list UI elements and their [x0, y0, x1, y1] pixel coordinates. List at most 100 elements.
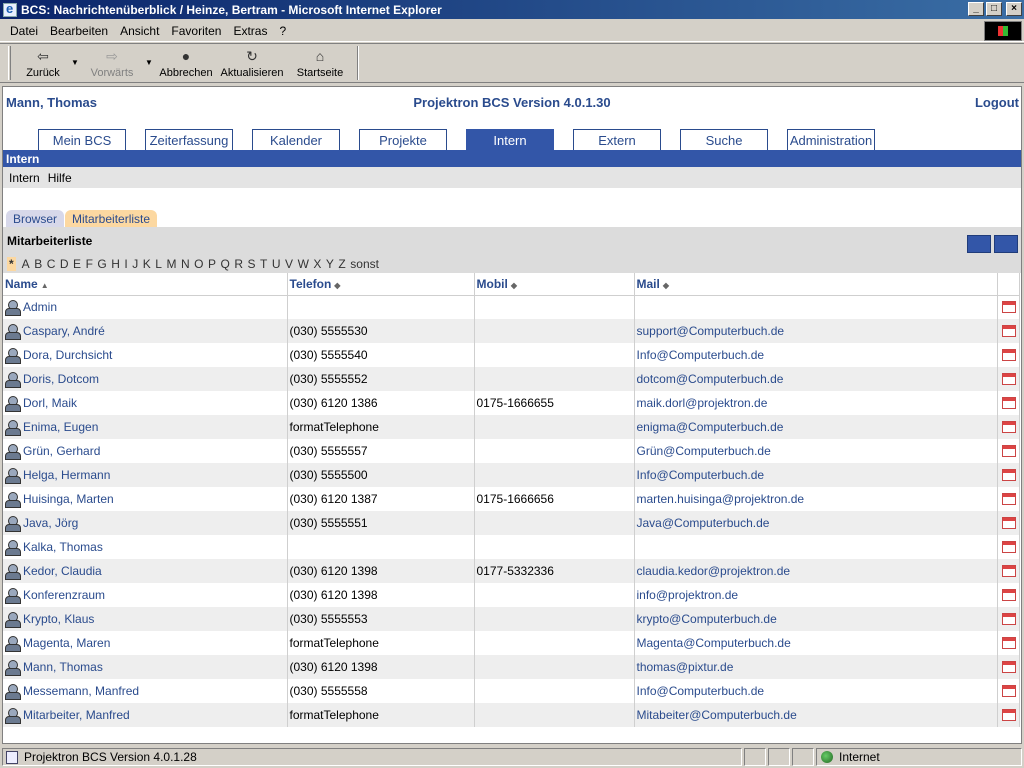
alpha-filter-letter[interactable]: J	[132, 257, 138, 271]
menu-ansicht[interactable]: Ansicht	[114, 24, 165, 38]
employee-name-link[interactable]: Dora, Durchsicht	[23, 348, 112, 362]
alpha-filter-letter[interactable]: G	[97, 257, 106, 271]
employee-name-link[interactable]: Krypto, Klaus	[23, 612, 94, 626]
calendar-icon[interactable]	[1001, 469, 1016, 481]
calendar-icon[interactable]	[1001, 589, 1016, 601]
subnav-hilfe[interactable]: Hilfe	[48, 171, 72, 185]
menu-bearbeiten[interactable]: Bearbeiten	[44, 24, 114, 38]
alpha-filter-letter[interactable]: B	[34, 257, 42, 271]
tab-intern[interactable]: Intern	[466, 129, 554, 150]
alpha-filter-letter[interactable]: V	[285, 257, 293, 271]
calendar-icon[interactable]	[1001, 349, 1016, 361]
alpha-filter-letter[interactable]: S	[248, 257, 256, 271]
calendar-icon[interactable]	[1001, 445, 1016, 457]
employee-name-link[interactable]: Kalka, Thomas	[23, 540, 103, 554]
employee-name-link[interactable]: Grün, Gerhard	[23, 444, 100, 458]
mail-link[interactable]: Info@Computerbuch.de	[637, 468, 765, 482]
employee-name-link[interactable]: Kedor, Claudia	[23, 564, 102, 578]
employee-name-link[interactable]: Magenta, Maren	[23, 636, 110, 650]
alpha-filter-letter[interactable]: X	[313, 257, 321, 271]
minimize-button[interactable]: _	[968, 2, 984, 16]
menu-extras[interactable]: Extras	[227, 24, 273, 38]
col-phone[interactable]: Telefon ◆	[287, 273, 475, 296]
mail-link[interactable]: Mitabeiter@Computerbuch.de	[637, 708, 797, 722]
calendar-icon[interactable]	[1001, 325, 1016, 337]
calendar-icon[interactable]	[1001, 373, 1016, 385]
close-button[interactable]: ×	[1006, 2, 1022, 16]
employee-name-link[interactable]: Admin	[23, 300, 57, 314]
alpha-filter-letter[interactable]: E	[73, 257, 81, 271]
tab-projekte[interactable]: Projekte	[359, 129, 447, 150]
calendar-icon[interactable]	[1001, 493, 1016, 505]
mail-link[interactable]: Info@Computerbuch.de	[637, 684, 765, 698]
alpha-filter-letter[interactable]: Y	[326, 257, 334, 271]
mail-link[interactable]: enigma@Computerbuch.de	[637, 420, 784, 434]
subnav-intern[interactable]: Intern	[9, 171, 40, 185]
calendar-icon[interactable]	[1001, 685, 1016, 697]
tab-mein-bcs[interactable]: Mein BCS	[38, 129, 126, 150]
mail-link[interactable]: info@projektron.de	[637, 588, 739, 602]
alpha-filter-letter[interactable]: L	[155, 257, 162, 271]
tab-browser[interactable]: Browser	[6, 210, 65, 227]
alpha-filter-letter[interactable]: K	[143, 257, 151, 271]
stop-button[interactable]: ● Abbrechen	[155, 44, 217, 82]
alpha-filter-letter[interactable]: P	[208, 257, 216, 271]
employee-name-link[interactable]: Messemann, Manfred	[23, 684, 139, 698]
employee-name-link[interactable]: Dorl, Maik	[23, 396, 77, 410]
alpha-filter-letter[interactable]: U	[272, 257, 281, 271]
employee-name-link[interactable]: Doris, Dotcom	[23, 372, 99, 386]
menu-help[interactable]: ?	[273, 24, 292, 38]
calendar-icon[interactable]	[1001, 613, 1016, 625]
refresh-button[interactable]: ↻ Aktualisieren	[217, 44, 287, 82]
calendar-icon[interactable]	[1001, 565, 1016, 577]
mail-link[interactable]: krypto@Computerbuch.de	[637, 612, 777, 626]
calendar-icon[interactable]	[1001, 301, 1016, 314]
mail-link[interactable]: Grün@Computerbuch.de	[637, 444, 771, 458]
col-name[interactable]: Name ▲	[3, 273, 288, 296]
forward-dropdown-icon[interactable]: ▼	[143, 44, 155, 67]
calendar-icon[interactable]	[1001, 541, 1016, 553]
alpha-filter-letter[interactable]: W	[298, 257, 309, 271]
mail-link[interactable]: marten.huisinga@projektron.de	[637, 492, 805, 506]
mail-link[interactable]: support@Computerbuch.de	[637, 324, 785, 338]
employee-name-link[interactable]: Enima, Eugen	[23, 420, 98, 434]
tab-zeiterfassung[interactable]: Zeiterfassung	[145, 129, 233, 150]
mail-link[interactable]: maik.dorl@projektron.de	[637, 396, 768, 410]
employee-name-link[interactable]: Mitarbeiter, Manfred	[23, 708, 130, 722]
alpha-filter-letter[interactable]: T	[260, 257, 267, 271]
employee-name-link[interactable]: Helga, Hermann	[23, 468, 110, 482]
tab-kalender[interactable]: Kalender	[252, 129, 340, 150]
logout-link[interactable]: Logout	[975, 95, 1019, 110]
col-mobile[interactable]: Mobil ◆	[474, 273, 635, 296]
col-mail[interactable]: Mail ◆	[634, 273, 998, 296]
print-icon[interactable]	[994, 235, 1018, 253]
maximize-button[interactable]: □	[986, 2, 1002, 16]
alpha-filter-letter[interactable]: H	[111, 257, 120, 271]
calendar-icon[interactable]	[1001, 709, 1016, 721]
alpha-filter-letter[interactable]: sonst	[350, 257, 379, 271]
employee-name-link[interactable]: Java, Jörg	[23, 516, 78, 530]
alpha-filter-letter[interactable]: O	[194, 257, 203, 271]
menu-favoriten[interactable]: Favoriten	[165, 24, 227, 38]
calendar-icon[interactable]	[1001, 661, 1016, 673]
alpha-filter-letter[interactable]: N	[181, 257, 190, 271]
mail-link[interactable]: claudia.kedor@projektron.de	[637, 564, 791, 578]
calendar-icon[interactable]	[1001, 397, 1016, 409]
alpha-filter-letter[interactable]: Q	[221, 257, 230, 271]
alpha-filter-letter[interactable]: A	[22, 257, 30, 271]
calendar-icon[interactable]	[1001, 637, 1016, 649]
employee-name-link[interactable]: Huisinga, Marten	[23, 492, 114, 506]
mail-link[interactable]: dotcom@Computerbuch.de	[637, 372, 784, 386]
home-button[interactable]: ⌂ Startseite	[287, 44, 353, 82]
alpha-filter-letter[interactable]: Z	[338, 257, 345, 271]
employee-name-link[interactable]: Konferenzraum	[23, 588, 105, 602]
tab-suche[interactable]: Suche	[680, 129, 768, 150]
tab-administration[interactable]: Administration	[787, 129, 875, 150]
alpha-filter-letter[interactable]: M	[166, 257, 176, 271]
employee-name-link[interactable]: Caspary, André	[23, 324, 105, 338]
calendar-icon[interactable]	[1001, 517, 1016, 529]
alpha-filter-all[interactable]: *	[7, 257, 16, 271]
tab-mitarbeiterliste[interactable]: Mitarbeiterliste	[65, 210, 158, 227]
mail-link[interactable]: Info@Computerbuch.de	[637, 348, 765, 362]
alpha-filter-letter[interactable]: F	[86, 257, 93, 271]
